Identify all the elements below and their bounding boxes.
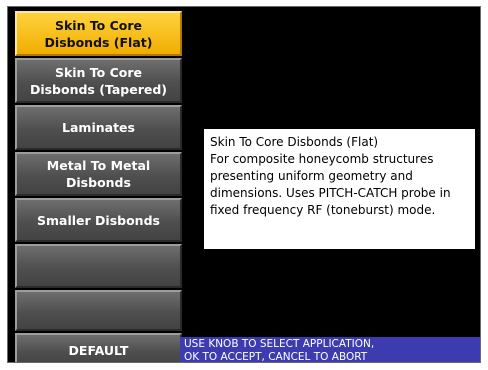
menu-item-label: Smaller Disbonds [37, 212, 160, 228]
menu-item-empty-1[interactable] [15, 244, 182, 288]
description-line: For composite honeycomb structures [210, 152, 434, 166]
instrument-screen: Skin To Core Disbonds (Flat) Skin To Cor… [7, 6, 481, 363]
instruction-line-1: USE KNOB TO SELECT APPLICATION, [184, 338, 375, 350]
menu-item-smaller-disbonds[interactable]: Smaller Disbonds [15, 198, 182, 242]
description-line: presenting uniform geometry and [210, 169, 413, 183]
menu-item-skin-to-core-flat[interactable]: Skin To Core Disbonds (Flat) [15, 11, 182, 56]
description-title: Skin To Core Disbonds (Flat) [210, 135, 379, 149]
instruction-line-2: OK TO ACCEPT, CANCEL TO ABORT [184, 351, 368, 363]
description-line: fixed frequency RF (toneburst) mode. [210, 203, 436, 217]
menu-item-empty-2[interactable] [15, 290, 182, 331]
menu-item-metal-to-metal[interactable]: Metal To Metal Disbonds [15, 152, 182, 196]
application-description-box: Skin To Core Disbonds (Flat) For composi… [203, 128, 476, 250]
default-button[interactable]: DEFAULT [15, 333, 182, 362]
menu-item-label: Skin To Core Disbonds (Flat) [44, 17, 153, 50]
menu-item-laminates[interactable]: Laminates [15, 105, 182, 150]
description-line: dimensions. Uses PITCH-CATCH probe in [210, 186, 451, 200]
menu-item-label: Laminates [62, 120, 135, 135]
menu-item-label: Skin To Core Disbonds (Tapered) [29, 64, 168, 97]
menu-item-label: Metal To Metal Disbonds [46, 158, 151, 190]
menu-item-skin-to-core-tapered[interactable]: Skin To Core Disbonds (Tapered) [15, 58, 182, 103]
instruction-status-bar: USE KNOB TO SELECT APPLICATION, OK TO AC… [180, 337, 480, 363]
